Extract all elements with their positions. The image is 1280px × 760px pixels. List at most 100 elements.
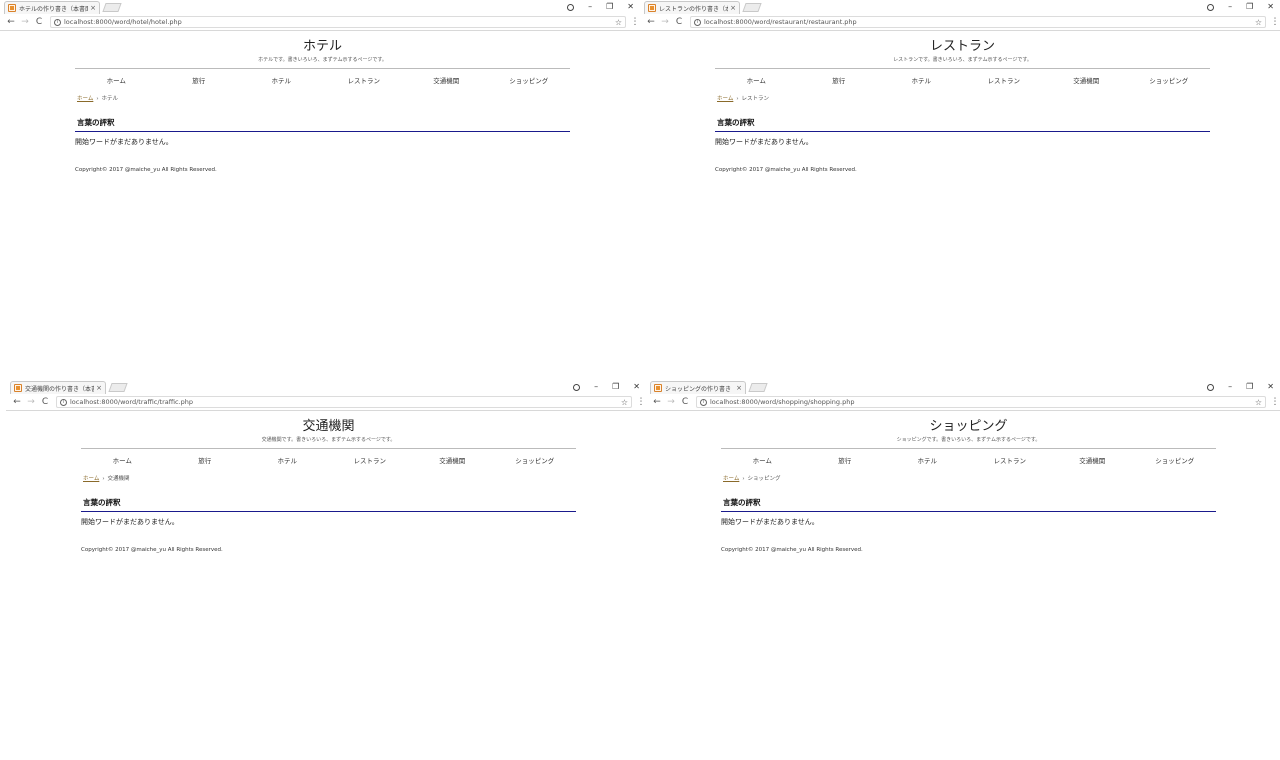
minimize-icon[interactable]: – (1228, 381, 1232, 393)
breadcrumb-home-link[interactable]: ホーム (717, 96, 733, 102)
global-nav: ホーム 旅行 ホテル レストラン 交通機関 ショッピング (81, 448, 576, 470)
tab-close-icon[interactable]: × (736, 384, 742, 392)
global-nav: ホーム 旅行 ホテル レストラン 交通機関 ショッピング (721, 448, 1216, 470)
browser-tab[interactable]: ショッピングの作り書き（本書面 × (650, 381, 746, 394)
menu-icon[interactable]: ⋮ (1270, 17, 1280, 27)
maximize-icon[interactable]: ❐ (1246, 1, 1253, 13)
menu-icon[interactable]: ⋮ (636, 397, 646, 407)
new-tab-button[interactable] (748, 383, 768, 392)
profile-icon[interactable] (1207, 3, 1215, 11)
reload-icon[interactable]: C (672, 17, 686, 27)
new-tab-button[interactable] (742, 3, 762, 12)
favicon-icon (648, 4, 656, 12)
nav-link[interactable]: ショッピング (488, 75, 571, 85)
tab-close-icon[interactable]: × (730, 4, 736, 12)
nav-link[interactable]: ホーム (721, 455, 804, 465)
breadcrumb-home-link[interactable]: ホーム (83, 476, 99, 482)
star-icon[interactable]: ☆ (615, 18, 622, 27)
nav-link[interactable]: ホーム (81, 455, 164, 465)
browser-tab[interactable]: 交通機関の作り書き（本書面 × (10, 381, 106, 394)
nav-link[interactable]: 旅行 (158, 75, 241, 85)
section-heading: 言葉の評釈 (75, 117, 570, 132)
forward-arrow-icon[interactable]: → (664, 397, 678, 407)
address-bar[interactable]: i localhost:8000/word/restaurant/restaur… (690, 16, 1266, 28)
address-bar[interactable]: i localhost:8000/word/hotel/hotel.php ☆ (50, 16, 626, 28)
profile-icon[interactable] (573, 383, 581, 391)
nav-link[interactable]: レストラン (329, 455, 412, 465)
nav-link[interactable]: ホテル (886, 455, 969, 465)
breadcrumb-separator: › (102, 476, 105, 482)
nav-link[interactable]: ホテル (880, 75, 963, 85)
global-nav: ホーム 旅行 ホテル レストラン 交通機関 ショッピング (75, 68, 570, 90)
breadcrumb-home-link[interactable]: ホーム (723, 476, 739, 482)
close-icon[interactable]: ✕ (627, 1, 634, 13)
address-bar[interactable]: i localhost:8000/word/traffic/traffic.ph… (56, 396, 632, 408)
nav-link[interactable]: ホーム (75, 75, 158, 85)
profile-icon[interactable] (1207, 383, 1215, 391)
nav-link[interactable]: 旅行 (164, 455, 247, 465)
copyright-text: Copyright© 2017 @maiche_yu All Rights Re… (75, 167, 217, 173)
nav-link[interactable]: 交通機関 (411, 455, 494, 465)
back-arrow-icon[interactable]: ← (10, 397, 24, 407)
tab-title: ショッピングの作り書き（本書面 (665, 385, 734, 393)
maximize-icon[interactable]: ❐ (606, 1, 613, 13)
section-heading: 言葉の評釈 (721, 497, 1216, 512)
breadcrumb-current: ホテル (101, 96, 119, 102)
reload-icon[interactable]: C (32, 17, 46, 27)
browser-tab[interactable]: ホテルの作り書き（本書面 × (4, 1, 100, 14)
new-tab-button[interactable] (102, 3, 122, 12)
nav-link[interactable]: レストラン (963, 75, 1046, 85)
forward-arrow-icon[interactable]: → (658, 17, 672, 27)
nav-link[interactable]: ホテル (246, 455, 329, 465)
copyright-text: Copyright© 2017 @maiche_yu All Rights Re… (715, 167, 857, 173)
star-icon[interactable]: ☆ (621, 398, 628, 407)
minimize-icon[interactable]: – (594, 381, 598, 393)
url-text[interactable]: localhost:8000/word/restaurant/restauran… (704, 18, 1255, 26)
reload-icon[interactable]: C (38, 397, 52, 407)
menu-icon[interactable]: ⋮ (630, 17, 640, 27)
breadcrumb-home-link[interactable]: ホーム (77, 96, 93, 102)
browser-tab[interactable]: レストランの作り書き（本書面 × (644, 1, 740, 14)
info-icon[interactable]: i (54, 18, 61, 26)
star-icon[interactable]: ☆ (1255, 18, 1262, 27)
profile-icon[interactable] (567, 3, 575, 11)
back-arrow-icon[interactable]: ← (650, 397, 664, 407)
nav-link[interactable]: レストラン (969, 455, 1052, 465)
close-icon[interactable]: ✕ (633, 381, 640, 393)
nav-link[interactable]: 交通機関 (1045, 75, 1128, 85)
nav-link[interactable]: レストラン (323, 75, 406, 85)
nav-link[interactable]: ショッピング (1128, 75, 1211, 85)
minimize-icon[interactable]: – (1228, 1, 1232, 13)
url-text[interactable]: localhost:8000/word/shopping/shopping.ph… (710, 398, 1255, 406)
maximize-icon[interactable]: ❐ (1246, 381, 1253, 393)
back-arrow-icon[interactable]: ← (644, 17, 658, 27)
nav-link[interactable]: 旅行 (804, 455, 887, 465)
nav-link[interactable]: ホーム (715, 75, 798, 85)
nav-link[interactable]: 交通機関 (1051, 455, 1134, 465)
tab-close-icon[interactable]: × (96, 384, 102, 392)
nav-link[interactable]: ショッピング (494, 455, 577, 465)
info-icon[interactable]: i (60, 398, 67, 406)
star-icon[interactable]: ☆ (1255, 398, 1262, 407)
tab-close-icon[interactable]: × (90, 4, 96, 12)
info-icon[interactable]: i (694, 18, 701, 26)
back-arrow-icon[interactable]: ← (4, 17, 18, 27)
nav-link[interactable]: 交通機関 (405, 75, 488, 85)
menu-icon[interactable]: ⋮ (1270, 397, 1280, 407)
url-text[interactable]: localhost:8000/word/traffic/traffic.php (70, 398, 621, 406)
new-tab-button[interactable] (108, 383, 128, 392)
minimize-icon[interactable]: – (588, 1, 592, 13)
nav-link[interactable]: ホテル (240, 75, 323, 85)
forward-arrow-icon[interactable]: → (18, 17, 32, 27)
url-text[interactable]: localhost:8000/word/hotel/hotel.php (64, 18, 615, 26)
section-heading: 言葉の評釈 (715, 117, 1210, 132)
nav-link[interactable]: ショッピング (1134, 455, 1217, 465)
nav-link[interactable]: 旅行 (798, 75, 881, 85)
info-icon[interactable]: i (700, 398, 707, 406)
maximize-icon[interactable]: ❐ (612, 381, 619, 393)
reload-icon[interactable]: C (678, 397, 692, 407)
close-icon[interactable]: ✕ (1267, 1, 1274, 13)
forward-arrow-icon[interactable]: → (24, 397, 38, 407)
close-icon[interactable]: ✕ (1267, 381, 1274, 393)
address-bar[interactable]: i localhost:8000/word/shopping/shopping.… (696, 396, 1266, 408)
